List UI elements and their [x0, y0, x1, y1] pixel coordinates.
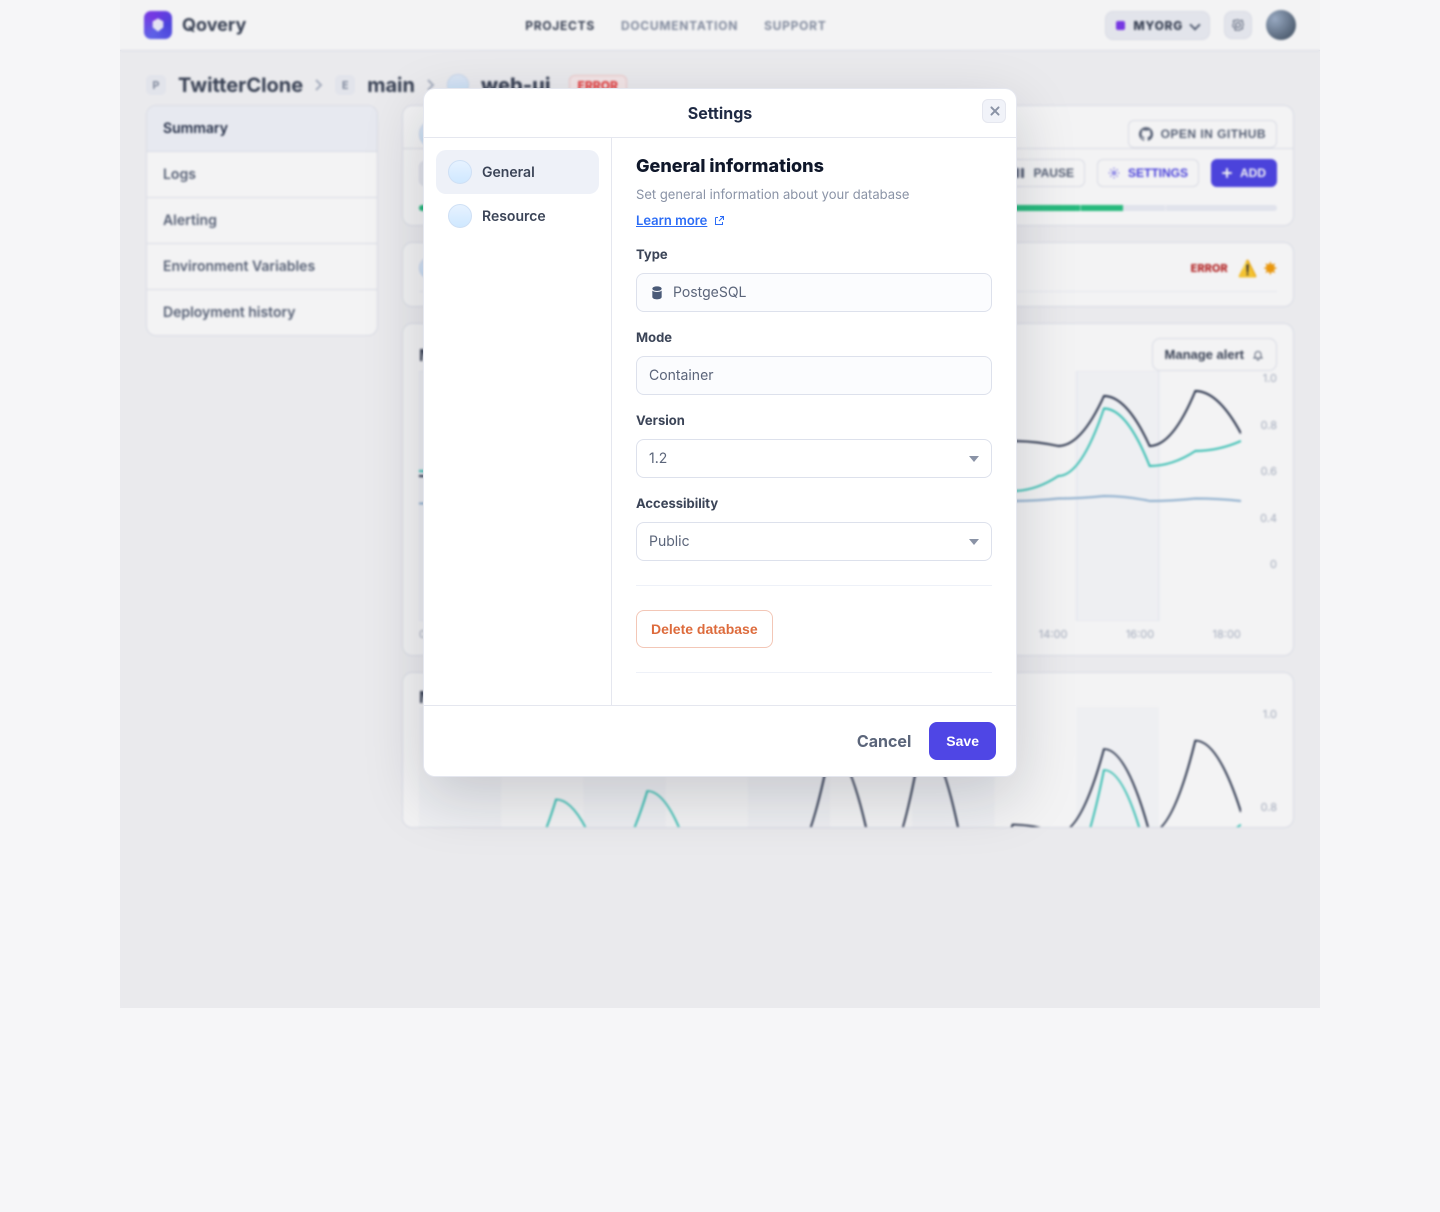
type-field: PostgeSQL [636, 273, 992, 312]
mode-value: Container [649, 367, 714, 384]
modal-title-text: Settings [688, 103, 753, 123]
section-title: General informations [636, 156, 992, 177]
label-type: Type [636, 247, 992, 263]
accessibility-select[interactable]: Public [636, 522, 992, 561]
cancel-button[interactable]: Cancel [857, 731, 911, 751]
learn-more-link[interactable]: Learn more [636, 213, 992, 229]
save-button[interactable]: Save [929, 722, 996, 760]
modal-tab-general[interactable]: General [436, 150, 599, 194]
mode-field: Container [636, 356, 992, 395]
label-version: Version [636, 413, 992, 429]
modal-footer: Cancel Save [424, 705, 1016, 776]
modal-content: General informations Set general informa… [612, 138, 1016, 705]
modal-title: Settings [424, 89, 1016, 138]
caret-down-icon [969, 539, 979, 545]
delete-database-label: Delete database [651, 621, 758, 637]
accessibility-value: Public [649, 533, 690, 550]
modal-close-button[interactable] [982, 99, 1006, 123]
modal-tab-resource[interactable]: Resource [436, 194, 599, 238]
settings-modal: Settings General Resource General inform… [423, 88, 1017, 777]
section-subtitle: Set general information about your datab… [636, 187, 992, 203]
external-link-icon [713, 215, 725, 227]
learn-more-label: Learn more [636, 213, 707, 229]
version-value: 1.2 [649, 450, 667, 467]
version-select[interactable]: 1.2 [636, 439, 992, 478]
caret-down-icon [969, 456, 979, 462]
modal-sidebar: General Resource [424, 138, 612, 705]
database-icon [448, 160, 472, 184]
label-accessibility: Accessibility [636, 496, 992, 512]
type-value: PostgeSQL [673, 284, 746, 301]
database-icon [448, 204, 472, 228]
modal-tab-general-label: General [482, 164, 535, 181]
label-mode: Mode [636, 330, 992, 346]
delete-database-button[interactable]: Delete database [636, 610, 773, 648]
postgres-icon [649, 285, 665, 301]
modal-tab-resource-label: Resource [482, 208, 546, 225]
save-label: Save [946, 733, 979, 749]
close-icon [989, 106, 999, 116]
